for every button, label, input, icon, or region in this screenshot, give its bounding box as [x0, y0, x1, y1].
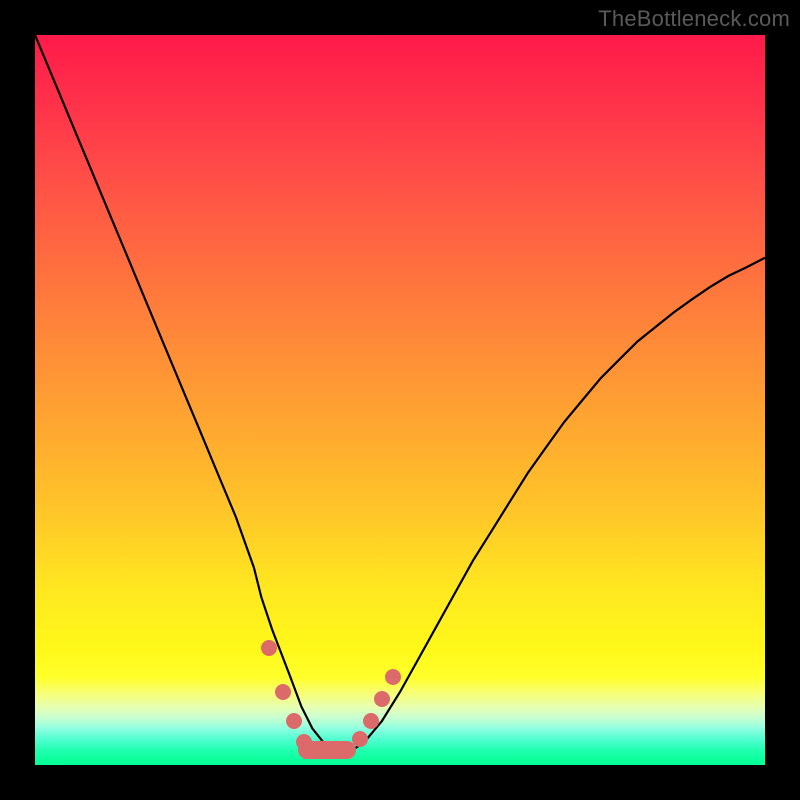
bottleneck-curve — [35, 35, 765, 765]
curve-marker — [261, 640, 277, 656]
valley-bar — [298, 741, 356, 759]
curve-marker — [275, 684, 291, 700]
curve-marker — [374, 691, 390, 707]
watermark-text: TheBottleneck.com — [598, 6, 790, 32]
curve-marker — [385, 669, 401, 685]
plot-area — [35, 35, 765, 765]
curve-marker — [363, 713, 379, 729]
curve-marker — [286, 713, 302, 729]
